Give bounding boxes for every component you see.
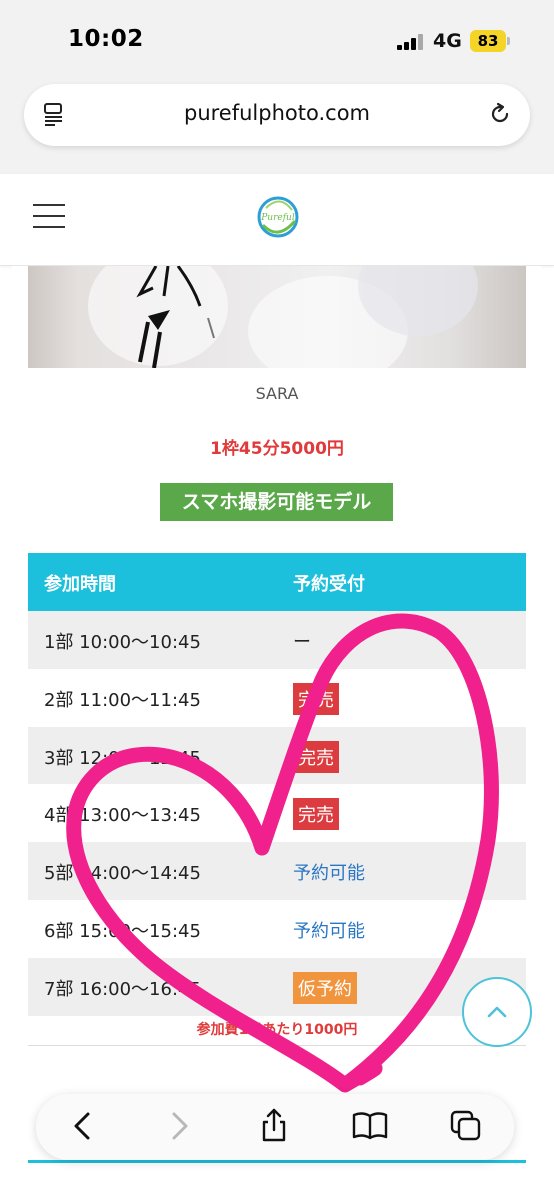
row-status: ー (293, 632, 311, 653)
table-row: 1部 10:00〜10:45 ー (28, 611, 526, 669)
price-text: 1枠45分5000円 (210, 439, 344, 459)
share-icon[interactable] (254, 1106, 294, 1146)
table-header: 参加時間 予約受付 (28, 553, 526, 611)
smartphone-ok-badge: スマホ撮影可能モデル (160, 483, 393, 521)
network-label: 4G (433, 30, 462, 52)
status-time: 10:02 (68, 26, 144, 52)
bookmarks-icon[interactable] (350, 1106, 390, 1146)
row-time: 2部 11:00〜11:45 (44, 689, 201, 711)
forward-icon[interactable] (160, 1106, 200, 1146)
header-time: 参加時間 (44, 574, 116, 595)
table-row: 5部 14:00〜14:45 予約可能 (28, 842, 526, 900)
schedule-table: 参加時間 予約受付 1部 10:00〜10:45 ー 2部 11:00〜11:4… (28, 553, 526, 1016)
reserve-link[interactable]: 予約可能 (293, 917, 365, 943)
row-time: 7部 16:00〜16:45 (44, 978, 201, 1000)
battery-icon: 83 (470, 30, 506, 52)
table-row: 4部 13:00〜13:45 完売 (28, 784, 526, 843)
table-row: 6部 15:00〜15:45 予約可能 (28, 899, 526, 958)
row-time: 5部 14:00〜14:45 (44, 863, 201, 885)
table-row: 3部 12:00〜12:45 完売 (28, 726, 526, 785)
soldout-badge: 完売 (293, 682, 339, 715)
back-icon[interactable] (62, 1106, 102, 1146)
divider (28, 1045, 526, 1046)
tabs-icon[interactable] (446, 1106, 486, 1146)
site-logo[interactable]: Pureful (242, 182, 314, 252)
chevron-up-icon (487, 1006, 507, 1018)
row-time: 1部 10:00〜10:45 (44, 632, 201, 653)
reload-icon[interactable] (488, 102, 512, 126)
reserve-link[interactable]: 予約可能 (293, 859, 365, 885)
row-time: 4部 13:00〜13:45 (44, 805, 201, 827)
table-row: 7部 16:00〜16:45 仮予約 (28, 957, 526, 1016)
model-photo (28, 266, 526, 368)
row-time: 3部 12:00〜12:45 (44, 747, 201, 769)
model-name: SARA (255, 384, 299, 403)
status-bar: 10:02 4G 83 (0, 0, 554, 84)
hamburger-icon[interactable] (33, 204, 65, 228)
url-text[interactable]: purefulphoto.com (24, 101, 530, 125)
header-status: 予約受付 (293, 574, 365, 595)
soldout-badge: 完売 (293, 740, 339, 773)
logo-text: Pureful (260, 213, 295, 223)
row-time: 6部 15:00〜15:45 (44, 920, 201, 942)
battery-tip (507, 37, 510, 45)
signal-icon (397, 34, 425, 50)
browser-toolbar (36, 1094, 514, 1160)
temp-reserve-badge: 仮予約 (293, 971, 357, 1004)
soldout-badge: 完売 (293, 798, 339, 831)
table-row: 2部 11:00〜11:45 完売 (28, 668, 526, 727)
scroll-top-button[interactable] (462, 977, 532, 1047)
address-bar[interactable]: purefulphoto.com (24, 84, 530, 146)
section-line (28, 1160, 526, 1163)
